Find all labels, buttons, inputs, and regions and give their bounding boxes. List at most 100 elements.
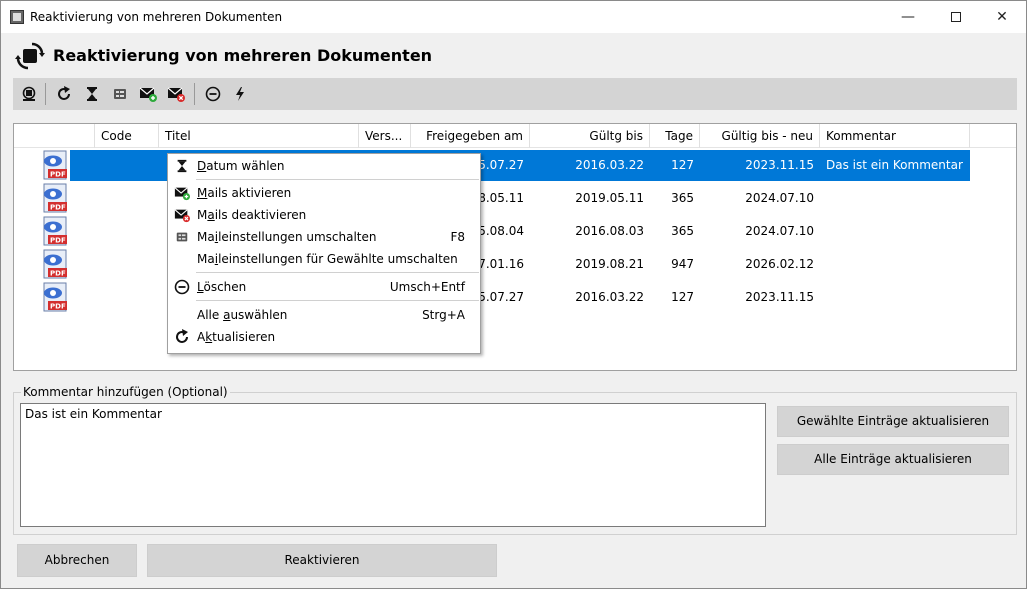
toolbar-mail-settings-button[interactable] (109, 83, 131, 105)
mail-off-icon (167, 87, 185, 102)
cell-gueltig-bis: 2016.03.22 (575, 290, 644, 304)
menu-item-label: Mails aktivieren (197, 186, 292, 200)
svg-text:PDF: PDF (50, 171, 66, 179)
menu-item-label: Datum wählen (197, 159, 285, 173)
cell-tage: 127 (671, 158, 694, 172)
minimize-button[interactable]: — (885, 5, 931, 29)
close-button[interactable]: ✕ (979, 5, 1025, 29)
column-header-kommentar[interactable]: Kommentar (820, 124, 970, 148)
toolbar-date-button[interactable] (81, 83, 103, 105)
cell-kommentar (820, 281, 970, 314)
pdf-document-icon: PDF (43, 249, 67, 279)
cell-gueltig-neu: 2023.11.15 (745, 158, 814, 172)
toolbar (13, 78, 1017, 110)
cell-kommentar (820, 182, 970, 215)
menu-item-label: Löschen (197, 280, 247, 294)
pdf-document-icon: PDF (43, 282, 67, 312)
mail-off-icon (174, 207, 190, 223)
menu-separator (196, 179, 479, 180)
cell-gueltig-neu: 2026.02.12 (745, 257, 814, 271)
svg-text:PDF: PDF (50, 237, 66, 245)
page-title: Reaktivierung von mehreren Dokumenten (53, 46, 433, 65)
window-title: Reaktivierung von mehreren Dokumenten (30, 10, 283, 24)
comment-textarea[interactable]: Das ist ein Kommentar (20, 403, 766, 527)
column-header-tage[interactable]: Tage (650, 124, 700, 148)
menu-item-loeschen[interactable]: Löschen Umsch+Entf (168, 276, 480, 298)
menu-separator (196, 272, 479, 273)
mail-settings-icon (174, 229, 190, 245)
cell-kommentar (820, 215, 970, 248)
cell-kommentar (820, 248, 970, 281)
column-header-gueltig-bis[interactable]: Gültg bis (530, 124, 650, 148)
menu-item-aktualisieren[interactable]: Aktualisieren (168, 326, 480, 348)
toolbar-refresh-button[interactable] (53, 83, 75, 105)
toolbar-separator (45, 83, 46, 105)
grid-header: Code Titel Vers... Freigegeben am Gültg … (14, 124, 1016, 148)
menu-item-maileinstellungen-umschalten[interactable]: Maileinstellungen umschalten F8 (168, 226, 480, 248)
dialog-window: Reaktivierung von mehreren Dokumenten — … (0, 0, 1027, 589)
toolbar-reactivate-button[interactable] (18, 83, 40, 105)
cell-tage: 365 (671, 191, 694, 205)
update-all-button[interactable]: Alle Einträge aktualisieren (777, 444, 1009, 475)
svg-text:PDF: PDF (50, 270, 66, 278)
update-selected-button[interactable]: Gewählte Einträge aktualisieren (777, 406, 1009, 437)
hourglass-icon (174, 158, 190, 174)
menu-item-shortcut: Strg+A (422, 308, 465, 322)
cell-gueltig-neu: 2024.07.10 (745, 191, 814, 205)
column-header-code[interactable]: Code (95, 124, 159, 148)
minus-circle-icon (174, 279, 190, 295)
toolbar-lightning-button[interactable] (229, 83, 251, 105)
mail-settings-icon (114, 89, 126, 99)
column-header-freigegeben[interactable]: Freigegeben am (411, 124, 530, 148)
hourglass-icon (87, 87, 97, 101)
menu-item-label: Mails deaktivieren (197, 208, 307, 222)
menu-item-mails-deaktivieren[interactable]: Mails deaktivieren (168, 204, 480, 226)
menu-item-maileinstellungen-gewaehlte[interactable]: Maileinstellungen für Gewählte umschalte… (168, 248, 480, 270)
table-row[interactable]: PDF 7.01.16 2019.08.21 947 2026.02.12 (14, 248, 1016, 281)
cell-gueltig-bis: 2019.05.11 (575, 191, 644, 205)
maximize-icon (951, 12, 961, 22)
column-header-titel[interactable]: Titel (159, 124, 359, 148)
documents-grid[interactable]: Code Titel Vers... Freigegeben am Gültg … (13, 123, 1017, 371)
toolbar-delete-button[interactable] (202, 83, 224, 105)
comment-group-label: Kommentar hinzufügen (Optional) (21, 385, 230, 399)
column-header-icon[interactable] (14, 124, 95, 148)
cell-tage: 365 (671, 224, 694, 238)
menu-separator (196, 300, 479, 301)
lightning-icon (236, 87, 244, 101)
pdf-document-icon: PDF (43, 183, 67, 213)
menu-item-alle-auswaehlen[interactable]: Alle auswählen Strg+A (168, 304, 480, 326)
refresh-icon (58, 86, 70, 100)
toolbar-mail-on-button[interactable] (137, 83, 159, 105)
table-row[interactable]: PDF 5.08.04 2016.08.03 365 2024.07.10 (14, 215, 1016, 248)
cell-kommentar: Das ist ein Kommentar (826, 158, 963, 172)
column-header-version[interactable]: Vers... (359, 124, 411, 148)
title-bar: Reaktivierung von mehreren Dokumenten — … (1, 1, 1026, 33)
table-row[interactable]: PDF 5.07.27 2016.03.22 127 2023.11.15 (14, 281, 1016, 314)
reactivate-icon (15, 42, 45, 70)
reactivate-small-icon (22, 86, 36, 101)
menu-item-shortcut: Umsch+Entf (389, 280, 465, 294)
table-row[interactable]: PDF 8.05.11 2019.05.11 365 2024.07.10 (14, 182, 1016, 215)
cell-gueltig-neu: 2024.07.10 (745, 224, 814, 238)
cell-tage: 127 (671, 290, 694, 304)
cancel-button[interactable]: Abbrechen (17, 544, 137, 577)
toolbar-mail-off-button[interactable] (165, 83, 187, 105)
app-icon (10, 10, 24, 24)
table-row[interactable]: PDF 5.07.27 2016.03.22 127 2023.11.15 Da… (14, 149, 1016, 182)
cell-gueltig-bis: 2019.08.21 (575, 257, 644, 271)
cell-gueltig-neu: 2023.11.15 (745, 290, 814, 304)
minus-circle-icon (205, 86, 221, 102)
menu-item-datum[interactable]: Datum wählen (168, 155, 480, 177)
svg-text:PDF: PDF (50, 303, 66, 311)
cell-gueltig-bis: 2016.08.03 (575, 224, 644, 238)
context-menu: Datum wählen Mails aktivieren Mails deak… (167, 153, 481, 354)
column-header-gueltig-neu[interactable]: Gültig bis - neu (700, 124, 820, 148)
menu-item-label: Aktualisieren (197, 330, 276, 344)
menu-item-shortcut: F8 (450, 230, 465, 244)
maximize-button[interactable] (933, 5, 979, 29)
menu-item-mails-aktivieren[interactable]: Mails aktivieren (168, 182, 480, 204)
pdf-document-icon: PDF (43, 216, 67, 246)
reactivate-button[interactable]: Reaktivieren (147, 544, 497, 577)
cell-tage: 947 (671, 257, 694, 271)
